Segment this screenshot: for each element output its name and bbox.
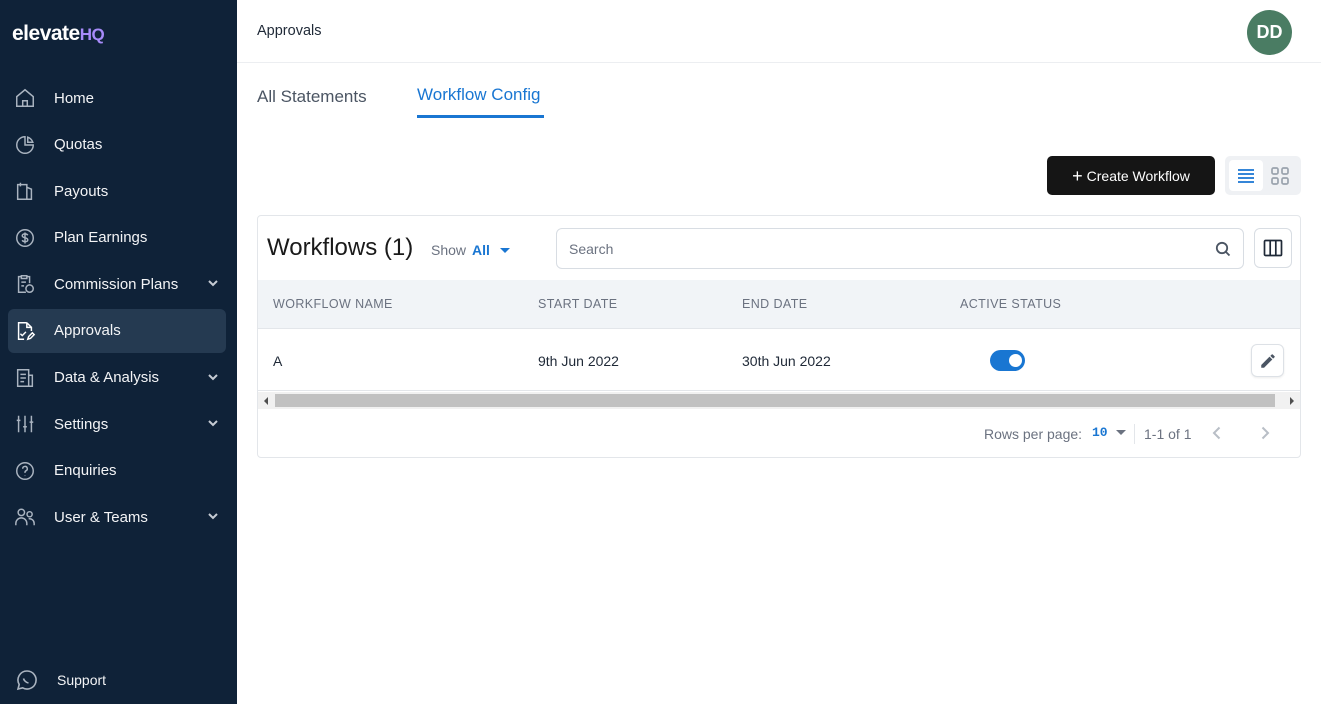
- sidebar-item-home[interactable]: Home: [8, 76, 226, 120]
- sidebar-item-payouts[interactable]: Payouts: [8, 169, 226, 213]
- search-box: [556, 228, 1244, 269]
- workflows-card: Workflows (1) Show All WORKFLOW NAME STA…: [257, 215, 1301, 458]
- next-page-button[interactable]: [1255, 423, 1275, 443]
- sidebar-item-label: Home: [54, 89, 95, 107]
- users-icon: [13, 505, 37, 529]
- chat-bubble-icon: [16, 670, 37, 691]
- sidebar-item-label: Data & Analysis: [54, 369, 160, 387]
- pie-chart-icon: [13, 133, 37, 157]
- horizontal-scrollbar[interactable]: [258, 392, 1300, 409]
- chevron-down-icon: [206, 509, 220, 523]
- columns-icon: [1263, 239, 1283, 257]
- active-tab-indicator: [417, 115, 544, 118]
- logo-suffix-text: HQ: [79, 25, 105, 44]
- support-label: Support: [57, 672, 107, 688]
- home-icon: [13, 86, 37, 110]
- rows-per-page-label: Rows per page:: [984, 426, 1083, 442]
- pencil-icon: [1260, 353, 1275, 368]
- column-header-workflow-name[interactable]: WORKFLOW NAME: [273, 297, 393, 311]
- sidebar-item-label: Approvals: [54, 322, 121, 340]
- sidebar-item-data-analysis[interactable]: Data & Analysis: [8, 356, 226, 400]
- list-icon: [1238, 168, 1254, 183]
- sidebar-item-label: Plan Earnings: [54, 229, 148, 247]
- sidebar-item-label: User & Teams: [54, 508, 148, 526]
- scroll-right-arrow-icon[interactable]: [1290, 397, 1294, 405]
- start-date-cell: 9th Jun 2022: [538, 353, 619, 369]
- sidebar-item-quotas[interactable]: Quotas: [8, 123, 226, 167]
- show-filter-dropdown[interactable]: Show All: [431, 242, 510, 258]
- caret-down-icon: [499, 247, 510, 253]
- sliders-icon: [13, 412, 37, 436]
- sidebar-item-label: Settings: [54, 415, 109, 433]
- search-icon[interactable]: [1215, 241, 1231, 257]
- pagination-divider: [1134, 424, 1135, 444]
- active-status-toggle[interactable]: [990, 350, 1025, 371]
- column-header-end-date[interactable]: END DATE: [742, 297, 807, 311]
- top-header: Approvals DD: [237, 0, 1321, 63]
- end-date-cell: 30th Jun 2022: [742, 353, 831, 369]
- toggle-knob: [1009, 354, 1022, 367]
- rows-per-page-select[interactable]: 10: [1092, 425, 1126, 440]
- list-view-button[interactable]: [1229, 160, 1263, 191]
- table-header: WORKFLOW NAME START DATE END DATE ACTIVE…: [258, 280, 1300, 329]
- sidebar-item-settings[interactable]: Settings: [8, 402, 226, 446]
- pagination-range: 1-1 of 1: [1144, 426, 1192, 442]
- chevron-down-icon: [206, 276, 220, 290]
- tab-all-statements[interactable]: All Statements: [257, 87, 367, 127]
- breadcrumb: Approvals: [257, 23, 322, 39]
- sidebar-item-user-teams[interactable]: User & Teams: [8, 495, 226, 539]
- sidebar: elevateHQ Home Quotas Payouts Plan Earni…: [0, 0, 237, 704]
- report-icon: [13, 366, 37, 390]
- grid-icon: [1271, 166, 1289, 185]
- sidebar-item-label: Commission Plans: [54, 275, 179, 293]
- table-row[interactable]: A 9th Jun 2022 30th Jun 2022: [258, 329, 1300, 391]
- sidebar-item-label: Enquiries: [54, 462, 117, 480]
- chevron-down-icon: [206, 416, 220, 430]
- show-filter-value: All: [472, 242, 490, 258]
- help-circle-icon: [13, 459, 37, 483]
- workflow-name-cell: A: [273, 353, 283, 369]
- chevron-left-icon: [1212, 426, 1221, 440]
- sidebar-nav: Home Quotas Payouts Plan Earnings Commis…: [0, 76, 237, 542]
- edit-workflow-button[interactable]: [1251, 344, 1284, 377]
- sidebar-item-label: Quotas: [54, 136, 103, 154]
- view-mode-toggle: [1225, 156, 1301, 195]
- scrollbar-thumb[interactable]: [275, 394, 1275, 407]
- chevron-down-icon: [206, 370, 220, 384]
- tab-workflow-config[interactable]: Workflow Config: [417, 85, 540, 125]
- rows-per-page-value: 10: [1092, 425, 1108, 440]
- sidebar-item-enquiries[interactable]: Enquiries: [8, 449, 226, 493]
- column-header-start-date[interactable]: START DATE: [538, 297, 617, 311]
- grid-view-button[interactable]: [1263, 160, 1297, 191]
- scroll-left-arrow-icon[interactable]: [264, 397, 268, 405]
- workflows-title: Workflows (1): [267, 234, 414, 261]
- logo-main-text: elevate: [12, 22, 80, 45]
- search-input[interactable]: [569, 229, 1199, 268]
- support-button[interactable]: Support: [15, 668, 106, 692]
- sidebar-item-plan-earnings[interactable]: Plan Earnings: [8, 216, 226, 260]
- column-settings-button[interactable]: [1254, 228, 1292, 268]
- plus-icon: +: [1072, 165, 1083, 186]
- create-workflow-button[interactable]: + Create Workflow: [1047, 156, 1215, 195]
- avatar[interactable]: DD: [1247, 10, 1292, 55]
- column-header-active-status[interactable]: ACTIVE STATUS: [960, 297, 1061, 311]
- dollar-circle-icon: [13, 226, 37, 250]
- approval-document-icon: [13, 319, 37, 343]
- show-filter-label: Show: [431, 242, 467, 258]
- chevron-right-icon: [1261, 426, 1270, 440]
- pagination: Rows per page: 10 1-1 of 1: [258, 409, 1300, 457]
- sidebar-item-label: Payouts: [54, 182, 109, 200]
- caret-down-icon: [1115, 430, 1126, 435]
- app-logo[interactable]: elevateHQ: [12, 22, 105, 46]
- sidebar-item-approvals[interactable]: Approvals: [8, 308, 226, 353]
- clipboard-icon: [13, 272, 37, 296]
- previous-page-button[interactable]: [1207, 423, 1227, 443]
- sidebar-item-commission-plans[interactable]: Commission Plans: [8, 262, 226, 306]
- payouts-icon: [13, 179, 37, 203]
- create-workflow-label: Create Workflow: [1086, 167, 1190, 184]
